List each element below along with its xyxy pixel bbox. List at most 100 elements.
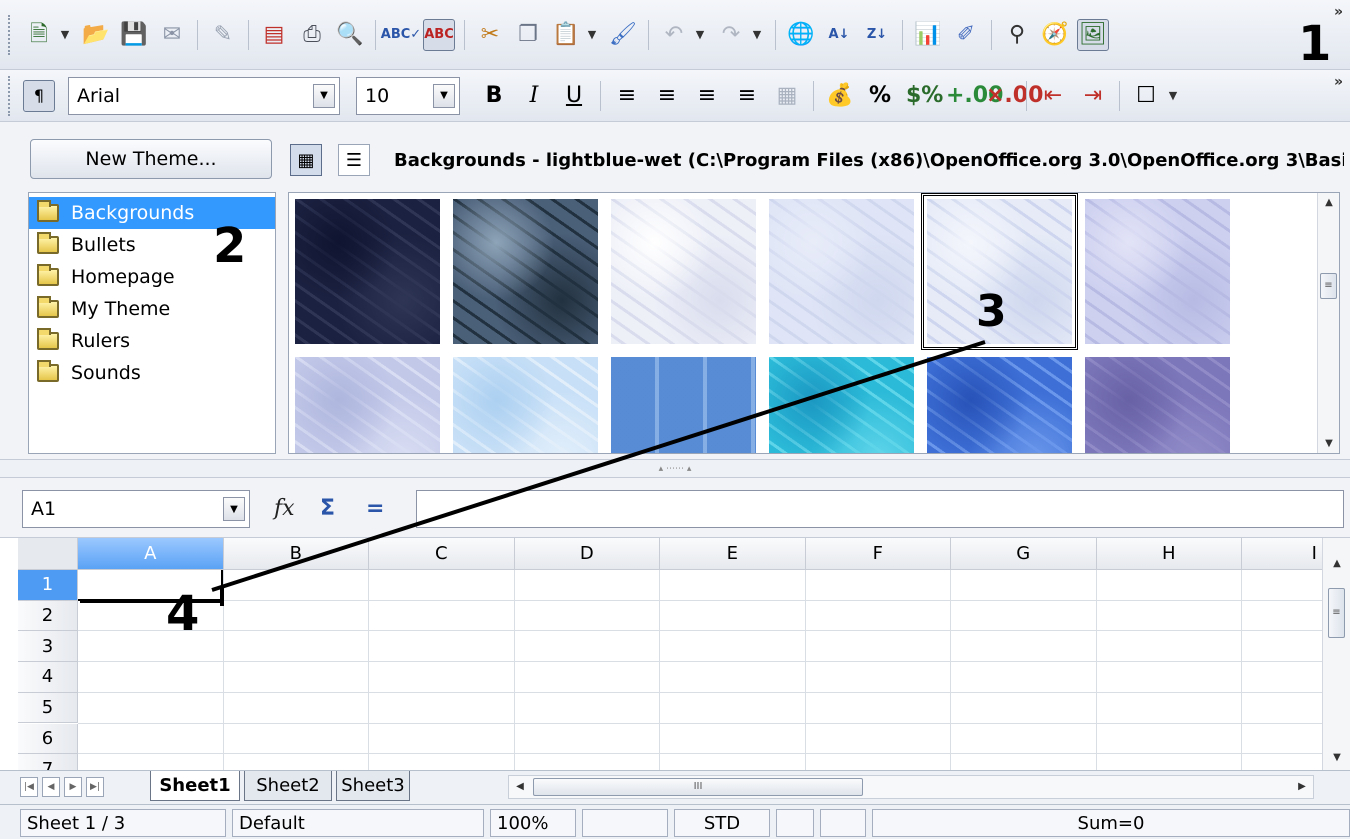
align-left-icon[interactable]: ≡ <box>613 83 641 108</box>
previous-sheet-icon[interactable]: ◀ <box>42 777 60 797</box>
new-document-icon[interactable]: 🗎 <box>23 19 55 51</box>
autospellcheck-icon[interactable]: ABC <box>423 18 455 51</box>
last-sheet-icon[interactable]: ▶| <box>86 777 104 797</box>
increase-indent-icon[interactable]: ⇥ <box>1079 83 1107 108</box>
scroll-thumb[interactable]: ≡ <box>1328 588 1345 638</box>
thumbnail-lilac-swirl[interactable] <box>1085 199 1230 344</box>
paste-dropdown-arrow[interactable]: ▼ <box>583 19 601 51</box>
theme-item-rulers[interactable]: Rulers <box>29 325 275 357</box>
new-dropdown-arrow[interactable]: ▼ <box>56 19 74 51</box>
thumbnail-lavender-ripple[interactable] <box>295 357 440 453</box>
copy-icon[interactable]: ❐ <box>512 19 544 51</box>
underline-icon[interactable]: U <box>560 83 588 108</box>
scroll-thumb[interactable]: ≡ <box>1320 273 1337 299</box>
styles-formatting-icon[interactable]: ¶ <box>23 79 55 112</box>
currency-format-icon[interactable]: 💰 <box>826 83 854 108</box>
scroll-up-icon[interactable]: ▲ <box>1326 558 1348 569</box>
column-header-d[interactable]: D <box>514 538 660 570</box>
align-center-icon[interactable]: ≡ <box>653 83 681 108</box>
percent-format-icon[interactable]: % <box>866 83 894 108</box>
column-header-e[interactable]: E <box>660 538 806 570</box>
draw-functions-icon[interactable]: ✐ <box>950 19 982 51</box>
italic-icon[interactable]: I <box>520 83 548 108</box>
font-size-combo[interactable]: 10 ▼ <box>356 76 460 115</box>
print-icon[interactable]: ⎙ <box>296 19 328 51</box>
gallery-icon[interactable]: 🖼 <box>1077 18 1109 51</box>
column-header-b[interactable]: B <box>223 538 369 570</box>
scroll-right-icon[interactable]: ▶ <box>1291 781 1313 792</box>
column-header-c[interactable]: C <box>369 538 515 570</box>
cut-icon[interactable]: ✂ <box>474 19 506 51</box>
row-header-1[interactable]: 1 <box>18 570 78 601</box>
scroll-down-icon[interactable]: ▼ <box>1318 438 1339 449</box>
status-zoom[interactable]: 100% <box>490 809 576 837</box>
sheet-tab-sheet1[interactable]: Sheet1 <box>150 771 240 801</box>
row-header-4[interactable]: 4 <box>18 662 78 693</box>
borders-dropdown-arrow[interactable]: ▼ <box>1164 80 1182 112</box>
export-pdf-icon[interactable]: ▤ <box>258 19 290 51</box>
spellcheck-icon[interactable]: ABC✓ <box>381 19 421 51</box>
sort-ascending-icon[interactable]: A↓ <box>823 19 855 51</box>
row-header-7[interactable]: 7 <box>18 754 78 770</box>
hyperlink-icon[interactable]: 🌐 <box>785 19 817 51</box>
thumbnail-purple-leather[interactable] <box>1085 357 1230 453</box>
row-header-5[interactable]: 5 <box>18 692 78 724</box>
first-sheet-icon[interactable]: |◀ <box>20 777 38 797</box>
column-header-f[interactable]: F <box>805 538 951 570</box>
status-mode[interactable]: STD <box>674 809 770 837</box>
column-header-g[interactable]: G <box>951 538 1097 570</box>
new-theme-button[interactable]: New Theme... <box>30 139 272 179</box>
thumbnail-white-crinkle[interactable] <box>611 199 756 344</box>
thumbnail-blue-marble[interactable] <box>453 199 598 344</box>
detailed-view-icon[interactable]: ☰ <box>338 144 370 176</box>
borders-icon[interactable]: ☐ <box>1132 83 1160 108</box>
panel-splitter[interactable]: ▴ ⋯⋯ ▴ <box>0 460 1350 478</box>
thumbnail-aqua-water[interactable] <box>769 357 914 453</box>
merge-cells-icon[interactable]: ▦ <box>773 83 801 108</box>
horizontal-scrollbar[interactable]: ◀ III ▶ <box>508 775 1314 799</box>
toolbar-grip[interactable] <box>8 14 14 55</box>
status-zoom-slider[interactable] <box>582 809 668 837</box>
chart-icon[interactable]: 📊 <box>912 19 944 51</box>
cell-a1[interactable] <box>78 570 223 601</box>
delete-decimal-icon[interactable]: ×.00 <box>986 83 1043 108</box>
sort-descending-icon[interactable]: Z↓ <box>861 19 893 51</box>
font-name-combo[interactable]: Arial ▼ <box>68 76 340 115</box>
formula-input[interactable] <box>416 490 1344 528</box>
align-right-icon[interactable]: ≡ <box>693 83 721 108</box>
bold-icon[interactable]: B <box>480 83 508 108</box>
thumbnail-blue-pool[interactable] <box>927 357 1072 453</box>
chevron-down-icon[interactable]: ▼ <box>223 497 245 521</box>
sheet-tab-sheet2[interactable]: Sheet2 <box>244 771 332 801</box>
icon-view-icon[interactable]: ▦ <box>290 144 322 176</box>
theme-item-sounds[interactable]: Sounds <box>29 357 275 389</box>
scroll-thumb[interactable]: III <box>533 778 863 796</box>
scroll-down-icon[interactable]: ▼ <box>1326 752 1348 763</box>
row-header-3[interactable]: 3 <box>18 631 78 663</box>
gallery-scrollbar[interactable]: ▲ ≡ ▼ <box>1317 193 1339 453</box>
paste-icon[interactable]: 📋 <box>550 19 582 51</box>
toolbar-overflow-icon[interactable]: » <box>1334 74 1343 90</box>
column-header-a[interactable]: A <box>78 538 224 570</box>
save-icon[interactable]: 💾 <box>118 19 150 51</box>
email-icon[interactable]: ✉ <box>156 19 188 51</box>
scroll-up-icon[interactable]: ▲ <box>1318 197 1339 208</box>
page-preview-icon[interactable]: 🔍 <box>334 19 366 51</box>
navigator-icon[interactable]: 🧭 <box>1039 19 1071 51</box>
status-signature[interactable] <box>820 809 866 837</box>
chevron-down-icon[interactable]: ▼ <box>313 83 335 108</box>
edit-file-icon[interactable]: ✎ <box>207 19 239 51</box>
thumbnail-blue-tiles[interactable] <box>611 357 756 453</box>
redo-icon[interactable]: ↷ <box>715 19 747 51</box>
next-sheet-icon[interactable]: ▶ <box>64 777 82 797</box>
open-folder-icon[interactable]: 📂 <box>80 19 112 51</box>
toolbar-grip[interactable] <box>8 75 14 116</box>
scroll-left-icon[interactable]: ◀ <box>509 781 531 792</box>
justify-icon[interactable]: ≡ <box>733 83 761 108</box>
grid-vertical-scrollbar[interactable]: ▲ ≡ ▼ <box>1322 538 1350 770</box>
equals-icon[interactable]: = <box>366 496 384 521</box>
clone-formatting-icon[interactable]: 🖌 <box>607 19 639 51</box>
select-all-corner[interactable] <box>18 538 78 570</box>
thumbnail-light-lavender-texture[interactable] <box>769 199 914 344</box>
thumbnail-sky-blue-cloud[interactable] <box>453 357 598 453</box>
